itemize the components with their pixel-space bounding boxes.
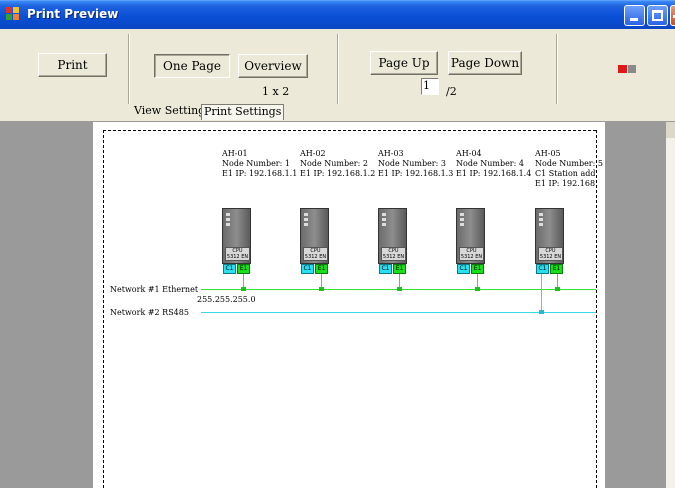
connection-node (241, 287, 246, 291)
cpu-label: CPU 5312 EN (459, 247, 484, 261)
brand-logo-icon (618, 65, 636, 73)
connection-node (555, 287, 560, 291)
rs485-drop (541, 274, 542, 312)
one-page-button[interactable]: One Page (154, 54, 230, 78)
plc-device[interactable]: CPU 5312 EN C1 E1 (300, 208, 329, 274)
node-number: Node Number: 5 (535, 159, 603, 168)
app-icon (6, 7, 22, 23)
cpu-label: CPU 5312 EN (225, 247, 250, 261)
vertical-scrollbar[interactable] (666, 122, 675, 488)
connection-node (475, 287, 480, 291)
cpu-label: CPU 5312 EN (303, 247, 328, 261)
plc-device[interactable]: CPU 5312 EN C1 E1 (456, 208, 485, 274)
margin-guide (103, 130, 104, 488)
margin-guide (103, 130, 596, 131)
plc-device[interactable]: CPU 5312 EN C1 E1 (222, 208, 251, 274)
node-ip: E1 IP: 192.168.1.2 (300, 169, 376, 178)
node-name: AH-03 (378, 149, 404, 158)
node-number: Node Number: 3 (378, 159, 446, 168)
scrollbar-up-button[interactable] (666, 122, 675, 138)
node-ip: E1 IP: 192.168.1.3 (378, 169, 454, 178)
page-total: /2 (446, 85, 457, 98)
port-e1: E1 (315, 264, 328, 274)
title-bar: Print Preview (0, 0, 675, 29)
port-e1: E1 (237, 264, 250, 274)
cpu-label: CPU 5312 EN (381, 247, 406, 261)
network-1-mask: 255.255.255.0 (197, 295, 256, 304)
rs485-line (201, 312, 596, 313)
page-number-input[interactable]: 1 (421, 78, 439, 95)
network-1-label: Network #1 Ethernet (110, 285, 199, 294)
toolbar-separator (128, 34, 130, 104)
cpu-label: CPU 5312 EN (538, 247, 563, 261)
port-e1: E1 (550, 264, 563, 274)
toolbar-separator (337, 34, 339, 104)
toolbar-separator (556, 34, 558, 104)
node-station-address: C1 Station address: 1 (535, 169, 595, 178)
plc-device[interactable]: CPU 5312 EN C1 E1 (535, 208, 564, 274)
page-down-button[interactable]: Page Down (448, 51, 522, 75)
close-button[interactable] (670, 5, 675, 26)
page-up-button[interactable]: Page Up (370, 51, 438, 75)
port-c1: C1 (457, 264, 470, 274)
node-number: Node Number: 2 (300, 159, 368, 168)
connection-node (319, 287, 324, 291)
minimize-button[interactable] (624, 5, 645, 26)
port-c1: C1 (223, 264, 236, 274)
plc-device[interactable]: CPU 5312 EN C1 E1 (378, 208, 407, 274)
node-ip: E1 IP: 192.168.1.5 (535, 179, 595, 188)
port-c1: C1 (379, 264, 392, 274)
port-c1: C1 (301, 264, 314, 274)
layout-indicator: 1 x 2 (262, 85, 290, 98)
maximize-icon (652, 10, 663, 21)
node-number: Node Number: 4 (456, 159, 524, 168)
tab-view-settings[interactable]: View Settings (134, 104, 211, 120)
print-button[interactable]: Print (38, 53, 107, 77)
node-name: AH-02 (300, 149, 326, 158)
tab-print-settings[interactable]: Print Settings (201, 104, 285, 120)
port-c1: C1 (536, 264, 549, 274)
node-name: AH-01 (222, 149, 248, 158)
maximize-button[interactable] (647, 5, 668, 26)
node-name: AH-05 (535, 149, 561, 158)
overview-button[interactable]: Overview (238, 54, 308, 78)
window-title: Print Preview (27, 7, 119, 21)
node-ip: E1 IP: 192.168.1.4 (456, 169, 532, 178)
node-ip: E1 IP: 192.168.1.1 (222, 169, 298, 178)
node-number: Node Number: 1 (222, 159, 290, 168)
network-2-label: Network #2 RS485 (110, 308, 189, 317)
connection-node (397, 287, 402, 291)
connection-node (539, 310, 544, 314)
node-name: AH-04 (456, 149, 482, 158)
port-e1: E1 (471, 264, 484, 274)
minimize-icon (630, 18, 638, 21)
margin-guide (596, 130, 597, 488)
port-e1: E1 (393, 264, 406, 274)
